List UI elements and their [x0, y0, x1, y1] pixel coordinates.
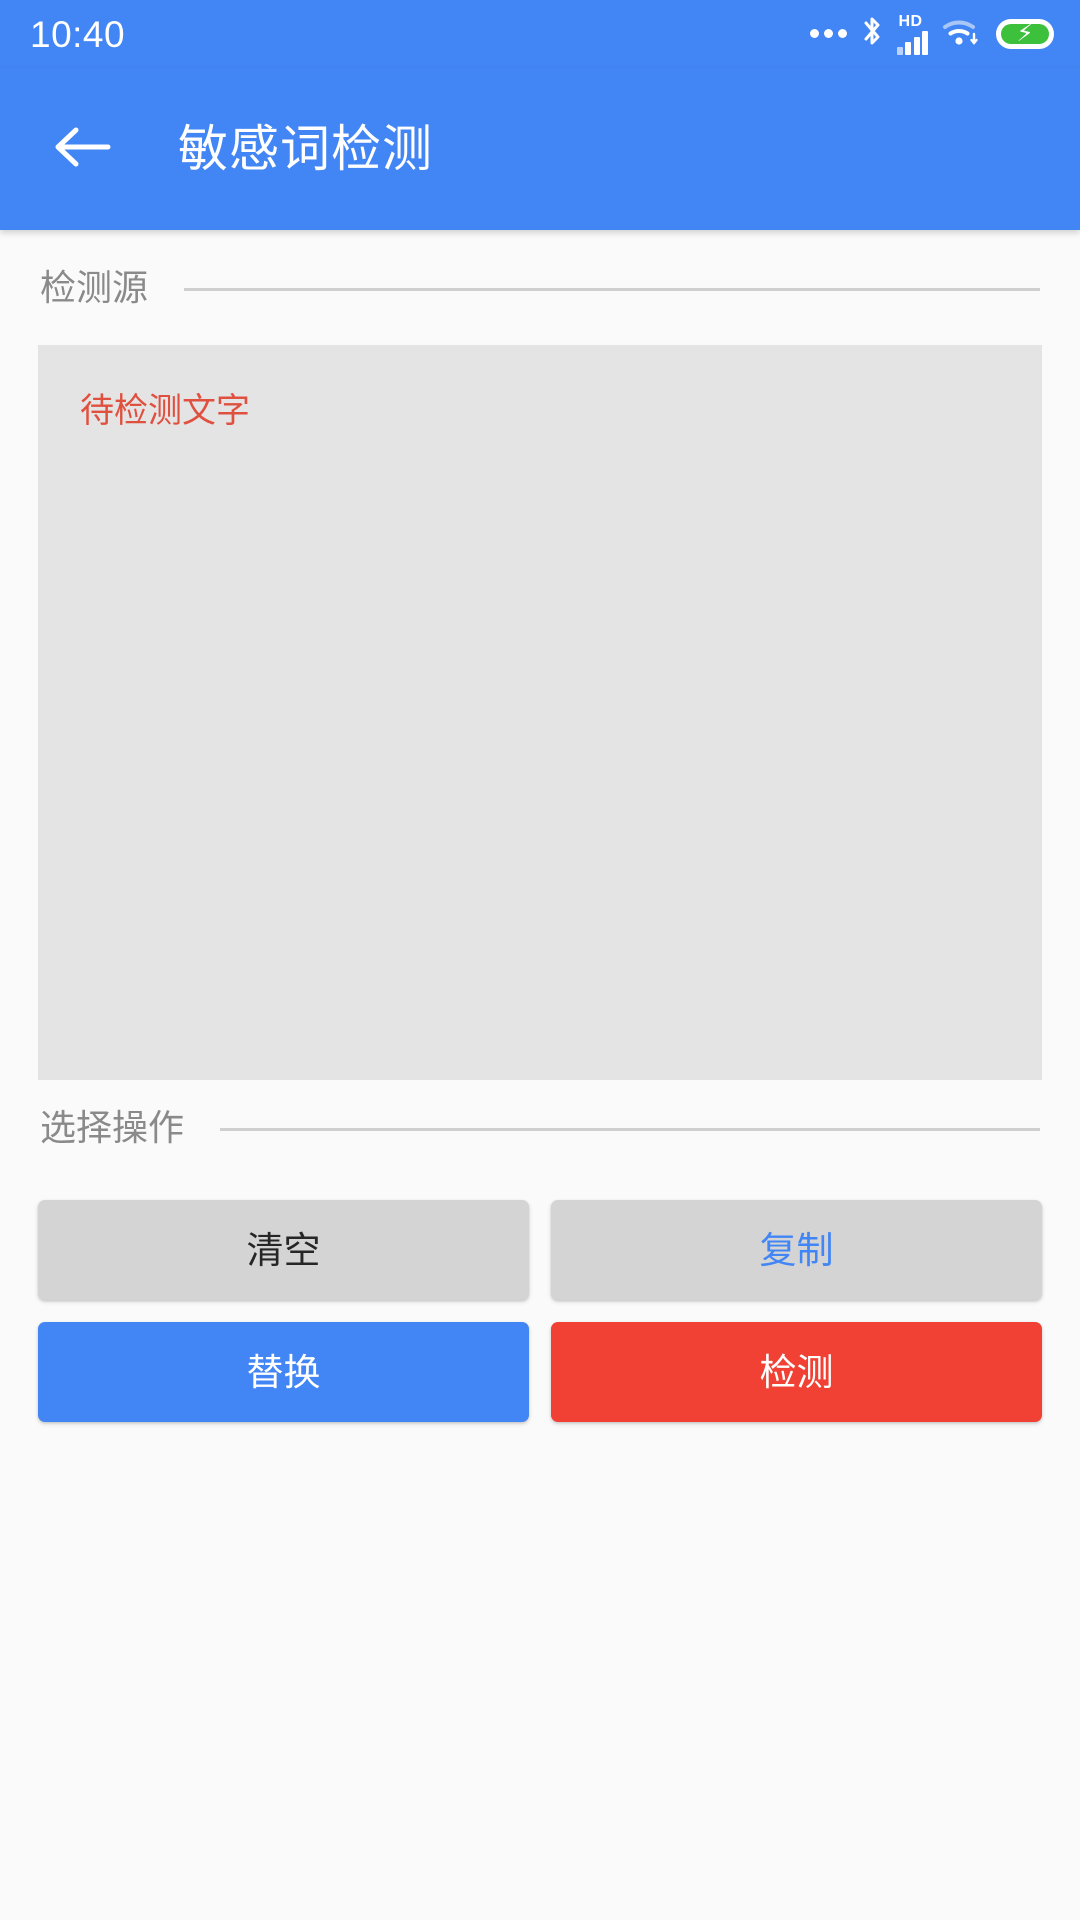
signal-bars-icon	[896, 30, 928, 55]
page-content: 检测源 待检测文字 选择操作 清空 复制 替换 检测	[0, 240, 1080, 1422]
replace-button[interactable]: 替换	[38, 1322, 529, 1422]
app-bar: 敏感词检测	[0, 68, 1080, 230]
back-button[interactable]	[46, 113, 118, 185]
status-icon-tray: HD ⚡	[809, 12, 1054, 55]
operation-button-row-2: 替换 检测	[0, 1322, 1080, 1422]
wifi-icon	[942, 16, 982, 53]
source-textarea-placeholder: 待检测文字	[80, 392, 250, 430]
clear-button[interactable]: 清空	[38, 1200, 529, 1300]
hd-label: HD	[898, 12, 923, 30]
copy-button[interactable]: 复制	[551, 1200, 1042, 1300]
section-divider	[184, 288, 1040, 291]
source-textarea[interactable]: 待检测文字	[38, 345, 1042, 1080]
section-header-operations: 选择操作	[0, 1080, 1080, 1176]
section-label-operations: 选择操作	[40, 1107, 185, 1148]
charging-bolt-icon: ⚡	[1016, 20, 1034, 47]
detect-button[interactable]: 检测	[551, 1322, 1042, 1422]
page-title: 敏感词检测	[178, 121, 433, 177]
bluetooth-icon	[861, 15, 883, 54]
battery-charging-icon: ⚡	[996, 19, 1054, 49]
operation-button-row-1: 清空 复制	[0, 1200, 1080, 1300]
status-bar: 10:40 HD ⚡	[0, 0, 1080, 68]
section-header-source: 检测源	[0, 240, 1080, 336]
hd-signal-icon: HD	[896, 12, 928, 55]
arrow-left-icon	[52, 123, 112, 176]
more-dots-icon	[809, 28, 847, 40]
section-label-source: 检测源	[40, 267, 149, 308]
section-divider	[220, 1128, 1040, 1131]
status-time: 10:40	[30, 13, 126, 55]
